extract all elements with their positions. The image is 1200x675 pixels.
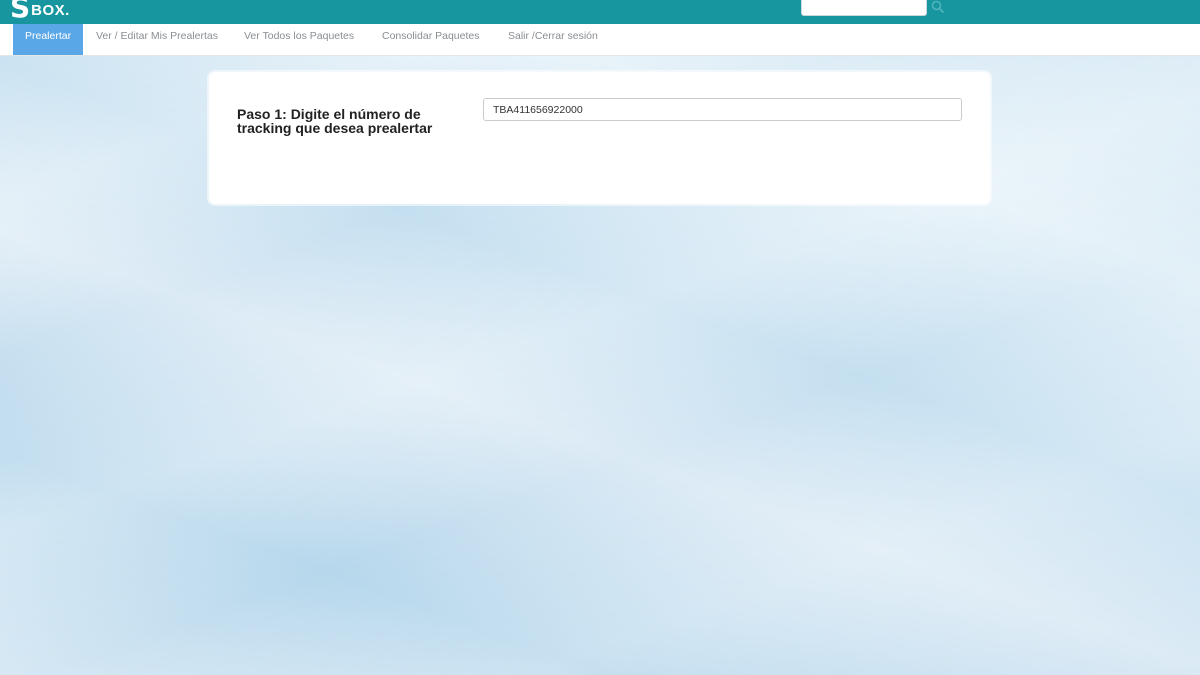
step-1-label: Paso 1: Digite el número de tracking que… xyxy=(237,106,433,136)
prealert-form-card: Paso 1: Digite el número de tracking que… xyxy=(209,72,990,204)
nav-item-prealertar[interactable]: Prealertar xyxy=(13,24,84,55)
header-search-input[interactable] xyxy=(801,0,927,16)
nav-item-ver-todos-paquetes[interactable]: Ver Todos los Paquetes xyxy=(244,24,354,55)
logo-letter: S xyxy=(10,0,31,24)
nav-item-consolidar-paquetes[interactable]: Consolidar Paquetes xyxy=(382,24,479,55)
top-header-bar: S BOX. xyxy=(0,0,1200,24)
nav-item-ver-editar-prealertas[interactable]: Ver / Editar Mis Prealertas xyxy=(96,24,218,55)
nav-item-cerrar-sesion[interactable]: Salir /Cerrar sesión xyxy=(508,24,598,55)
brand-logo[interactable]: S BOX. xyxy=(10,0,70,22)
main-navigation: Prealertar Ver / Editar Mis Prealertas V… xyxy=(0,24,1200,56)
search-icon[interactable] xyxy=(931,0,945,14)
tracking-number-input[interactable] xyxy=(483,98,962,121)
logo-text: BOX. xyxy=(31,2,70,19)
